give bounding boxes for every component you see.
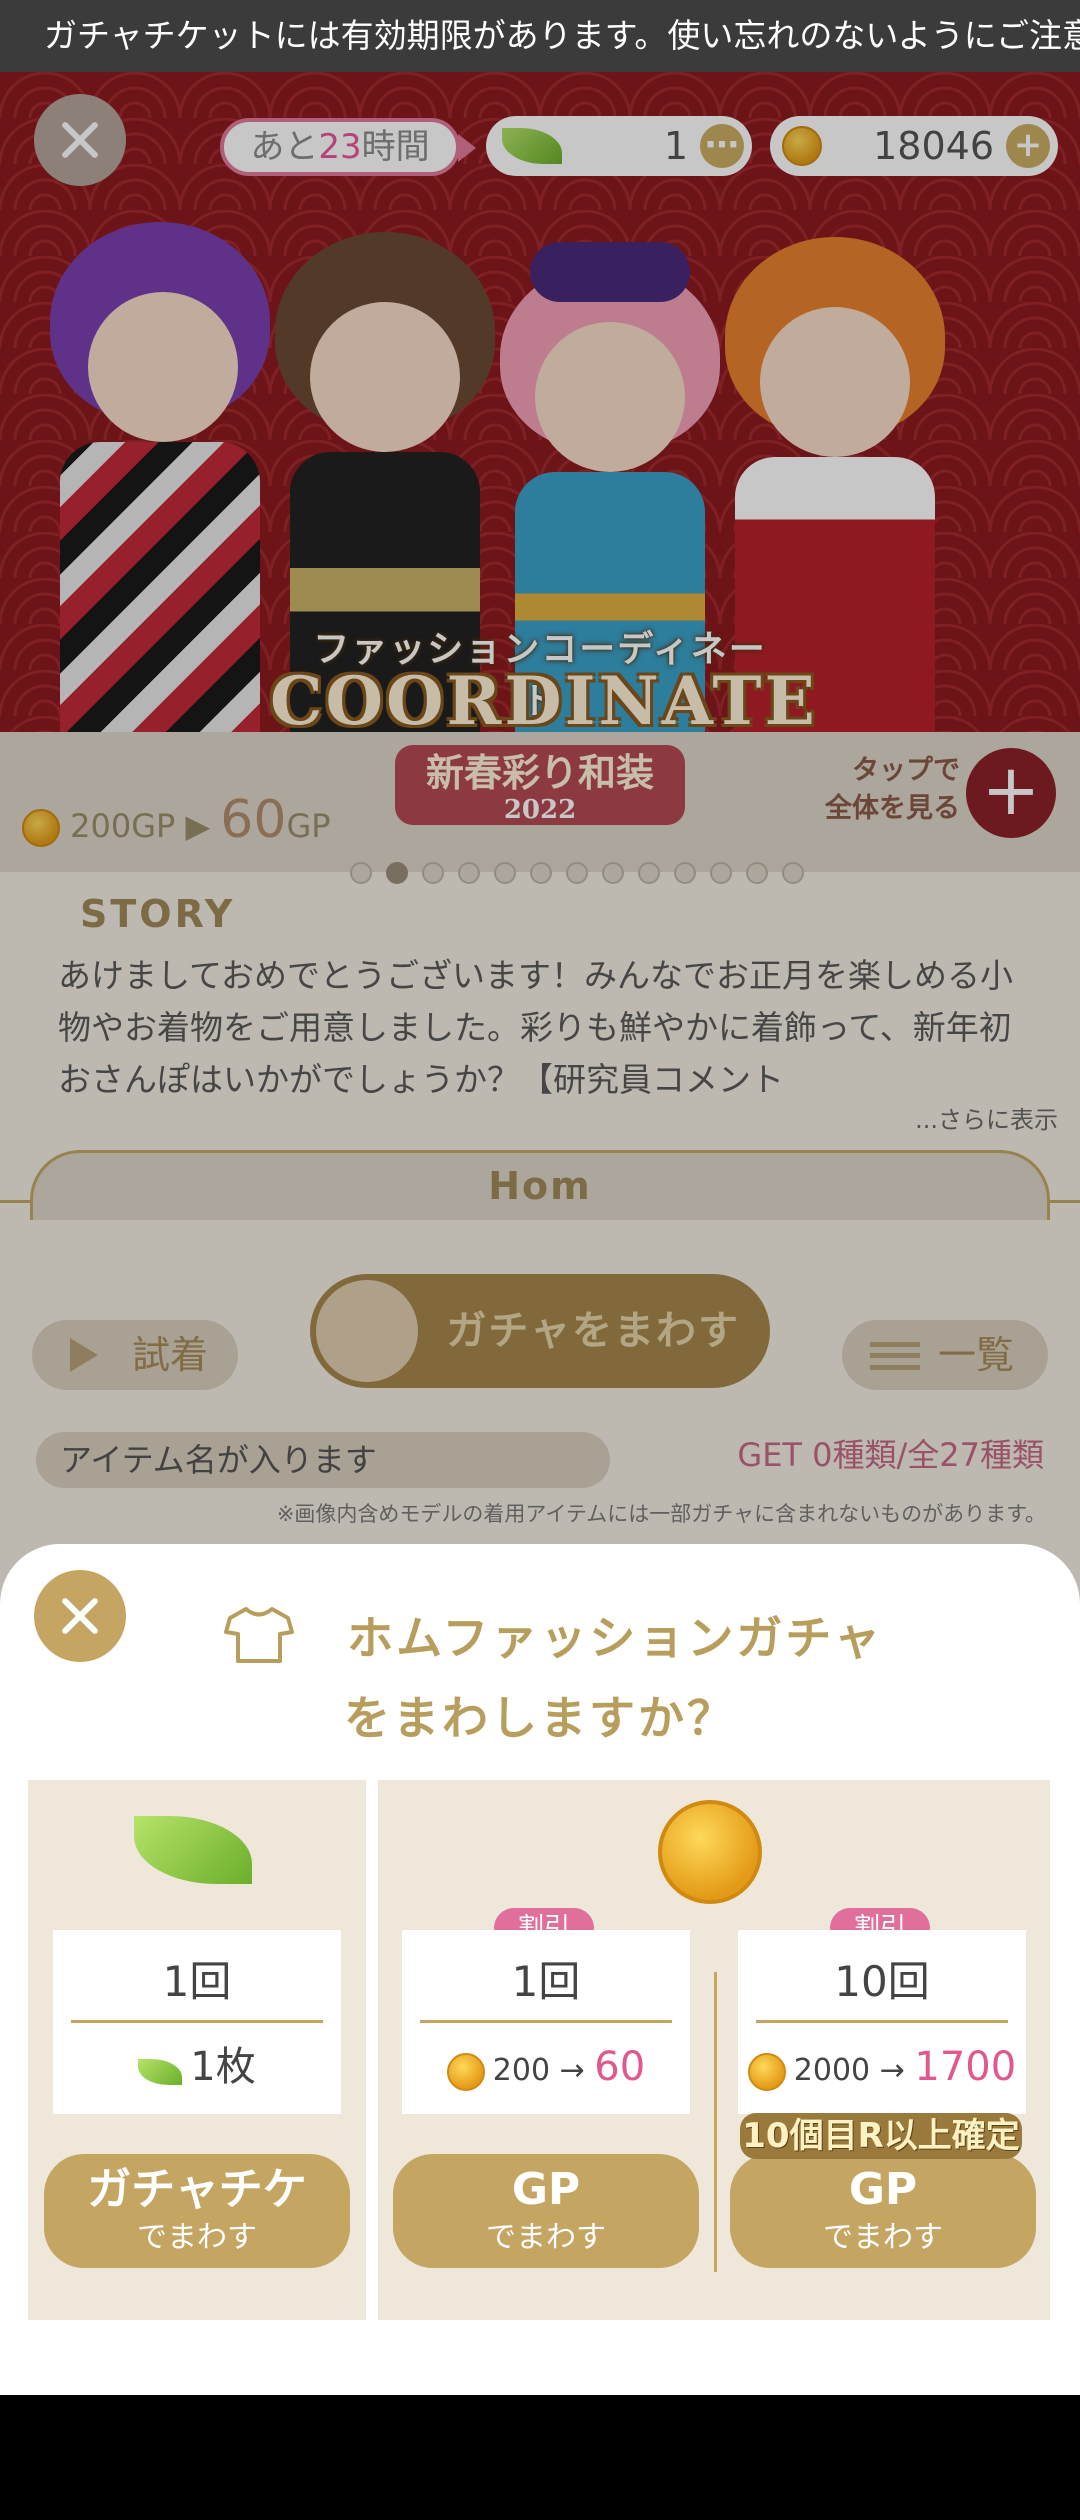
gp-ten-button-line2: でまわす: [823, 2220, 943, 2255]
leaf-icon: [134, 1816, 252, 1884]
gp-single-button-line2: でまわす: [486, 2220, 606, 2255]
notice-ticker: ガチャチケットには有効期限があります。使い忘れのないようにご注意ください。: [0, 0, 1080, 72]
arrow-icon: →: [879, 2053, 905, 2088]
ticket-button-line2: でまわす: [137, 2220, 257, 2255]
divider: [756, 2020, 1008, 2023]
gp-coin-icon: [658, 1800, 762, 1904]
guarantee-label: 10個目R以上確定: [740, 2113, 1022, 2159]
gp-ten-count: 10回: [834, 1957, 930, 2006]
system-nav-bar: [0, 2395, 1080, 2520]
shirt-icon: [224, 1607, 294, 1663]
gp-single-button-line1: GP: [511, 2164, 581, 2215]
leaf-icon: [138, 2058, 183, 2085]
spin-ten-gp-button[interactable]: GP でまわす: [730, 2154, 1036, 2268]
dialog-title-line2: をまわしますか？: [344, 1691, 736, 1745]
gp-ten-old-price: 2000: [793, 2053, 871, 2088]
ticket-cost: 1枚: [53, 2040, 341, 2098]
gp-single-cost-box: 1回 200 → 60: [402, 1930, 690, 2114]
option-separator: [714, 1972, 717, 2272]
gp-single-cost: 200 → 60: [402, 2040, 690, 2098]
divider: [420, 2020, 672, 2023]
gp-ten-cost: 2000 → 1700: [738, 2040, 1026, 2098]
ticket-button-line1: ガチャチケ: [87, 2164, 307, 2215]
spin-with-ticket-button[interactable]: ガチャチケ でまわす: [44, 2154, 350, 2268]
divider: [71, 2020, 323, 2023]
ticket-cost-box: 1回 1枚: [53, 1930, 341, 2114]
gp-single-new-price: 60: [594, 2044, 646, 2090]
gp-ten-button-line1: GP: [848, 2164, 918, 2215]
gp-ten-new-price: 1700: [914, 2044, 1017, 2090]
gp-single-count: 1回: [511, 1957, 581, 2006]
ticket-cost-amount: 1枚: [190, 2044, 256, 2090]
spin-single-gp-button[interactable]: GP でまわす: [393, 2154, 699, 2268]
dialog-title: ホムファッションガチャ をまわしますか？: [0, 1598, 1080, 1758]
gp-ten-cost-box: 10回 2000 → 1700: [738, 1930, 1026, 2114]
notice-text: ガチャチケットには有効期限があります。使い忘れのないようにご注意ください。: [44, 16, 1080, 55]
gp-coin-icon: [747, 2052, 786, 2091]
arrow-icon: →: [559, 2053, 585, 2088]
gacha-confirm-dialog: ホムファッションガチャ をまわしますか？ 1回 1枚 ガチャチケ でまわす 割引…: [0, 1544, 1080, 2395]
ticket-option-panel: 1回 1枚 ガチャチケ でまわす: [28, 1780, 366, 2320]
dialog-title-line1: ホムファッションガチャ: [347, 1611, 883, 1665]
gp-coin-icon: [446, 2052, 485, 2091]
gp-single-old-price: 200: [492, 2053, 551, 2088]
ticket-spin-count: 1回: [162, 1957, 232, 2006]
